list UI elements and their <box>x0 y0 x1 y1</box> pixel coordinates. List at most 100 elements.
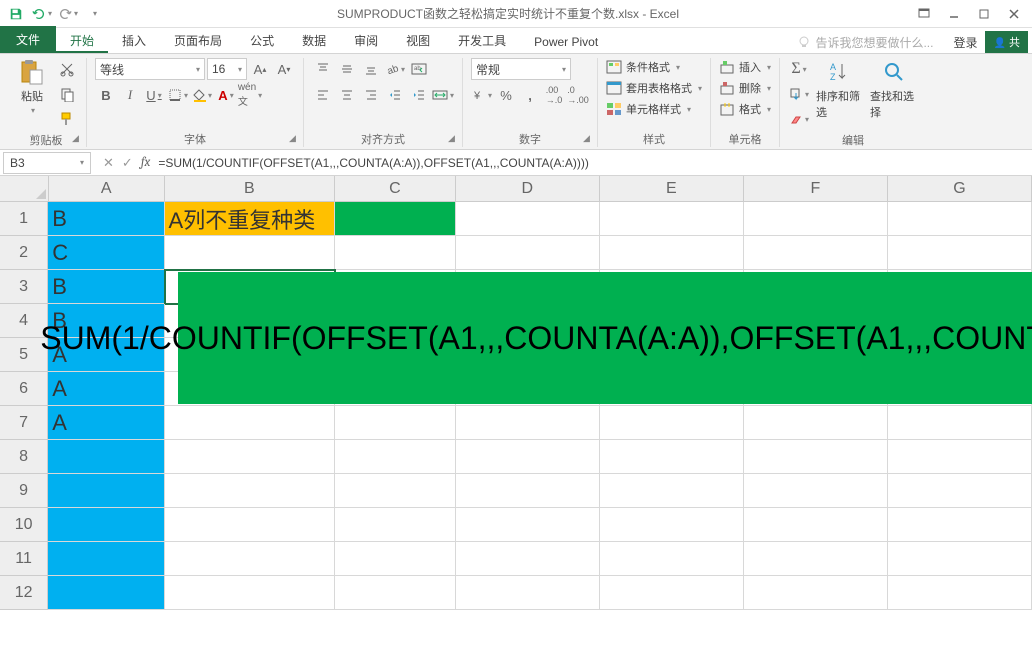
login-link[interactable]: 登录 <box>953 34 977 51</box>
row-header-10[interactable]: 10 <box>0 508 48 542</box>
ribbon-options-icon[interactable] <box>910 2 938 26</box>
cell-G8[interactable] <box>888 440 1032 474</box>
select-all-corner[interactable] <box>0 176 49 201</box>
row-header-7[interactable]: 7 <box>0 406 48 440</box>
cell-A12[interactable] <box>48 576 164 610</box>
tab-file[interactable]: 文件 <box>0 26 56 53</box>
align-left-icon[interactable] <box>312 84 334 106</box>
cancel-formula-icon[interactable]: ✕ <box>103 155 114 171</box>
cell-D12[interactable] <box>456 576 600 610</box>
font-name-select[interactable]: 等线▾ <box>95 58 205 80</box>
align-launcher-icon[interactable]: ◢ <box>448 133 460 145</box>
wrap-text-icon[interactable]: ab <box>408 58 430 80</box>
row-header-1[interactable]: 1 <box>0 202 48 236</box>
find-select-button[interactable]: 查找和选择 <box>870 58 918 120</box>
cell-D11[interactable] <box>456 542 600 576</box>
orientation-icon[interactable]: ab▾ <box>384 58 406 80</box>
cell-D8[interactable] <box>456 440 600 474</box>
font-color-icon[interactable]: A▾ <box>215 84 237 106</box>
cell-C9[interactable] <box>335 474 456 508</box>
decrease-indent-icon[interactable] <box>384 84 406 106</box>
cell-A7[interactable]: A <box>48 406 164 440</box>
cell-F7[interactable] <box>744 406 888 440</box>
format-table-button[interactable]: 套用表格格式▾ <box>606 79 702 97</box>
bold-button[interactable]: B <box>95 84 117 106</box>
cell-A6[interactable]: A <box>48 372 164 406</box>
tab-insert[interactable]: 插入 <box>108 28 160 53</box>
cell-D1[interactable] <box>456 202 600 236</box>
row-header-2[interactable]: 2 <box>0 236 48 270</box>
cell-F9[interactable] <box>744 474 888 508</box>
cell-A3[interactable]: B <box>48 270 164 304</box>
increase-decimal-icon[interactable]: .00→.0 <box>543 84 565 106</box>
fx-icon[interactable]: fx <box>141 155 151 170</box>
cell-B8[interactable] <box>165 440 335 474</box>
cell-F10[interactable] <box>744 508 888 542</box>
tab-page-layout[interactable]: 页面布局 <box>160 28 236 53</box>
cell-E10[interactable] <box>600 508 744 542</box>
cell-B11[interactable] <box>165 542 335 576</box>
insert-cells-button[interactable]: 插入▾ <box>719 58 771 76</box>
cell-F8[interactable] <box>744 440 888 474</box>
align-top-icon[interactable] <box>312 58 334 80</box>
enter-formula-icon[interactable]: ✓ <box>122 155 133 171</box>
underline-button[interactable]: U▾ <box>143 84 165 106</box>
col-header-D[interactable]: D <box>456 176 600 201</box>
cell-G11[interactable] <box>888 542 1032 576</box>
clipboard-launcher-icon[interactable]: ◢ <box>72 133 84 145</box>
tab-view[interactable]: 视图 <box>392 28 444 53</box>
cell-E11[interactable] <box>600 542 744 576</box>
cell-E7[interactable] <box>600 406 744 440</box>
cell-C8[interactable] <box>335 440 456 474</box>
cell-B9[interactable] <box>165 474 335 508</box>
cell-E2[interactable] <box>600 236 744 270</box>
redo-icon[interactable]: ▾ <box>56 2 80 26</box>
conditional-format-button[interactable]: 条件格式▾ <box>606 58 702 76</box>
cell-G10[interactable] <box>888 508 1032 542</box>
cell-B1[interactable]: A列不重复种类 <box>165 202 335 236</box>
cell-A2[interactable]: C <box>48 236 164 270</box>
font-launcher-icon[interactable]: ◢ <box>289 133 301 145</box>
cell-A10[interactable] <box>48 508 164 542</box>
cell-A9[interactable] <box>48 474 164 508</box>
col-header-B[interactable]: B <box>165 176 335 201</box>
cell-A8[interactable] <box>48 440 164 474</box>
number-launcher-icon[interactable]: ◢ <box>583 133 595 145</box>
delete-cells-button[interactable]: 删除▾ <box>719 79 771 97</box>
cell-E1[interactable] <box>600 202 744 236</box>
cell-C10[interactable] <box>335 508 456 542</box>
fill-color-icon[interactable]: ▾ <box>191 84 213 106</box>
cell-G1[interactable] <box>888 202 1032 236</box>
qat-customize-icon[interactable]: ▾ <box>82 2 106 26</box>
increase-font-icon[interactable]: A▴ <box>249 58 271 80</box>
fill-icon[interactable]: ▾ <box>788 83 810 105</box>
cell-C7[interactable] <box>335 406 456 440</box>
merge-center-icon[interactable]: ▾ <box>432 84 454 106</box>
cell-F1[interactable] <box>744 202 888 236</box>
close-icon[interactable] <box>1000 2 1028 26</box>
cell-C1[interactable] <box>335 202 456 236</box>
number-format-select[interactable]: 常规▾ <box>471 58 571 80</box>
cell-E12[interactable] <box>600 576 744 610</box>
cell-B7[interactable] <box>165 406 335 440</box>
cell-A1[interactable]: B <box>48 202 164 236</box>
cell-A11[interactable] <box>48 542 164 576</box>
cell-D9[interactable] <box>456 474 600 508</box>
cell-B10[interactable] <box>165 508 335 542</box>
comma-icon[interactable]: , <box>519 84 541 106</box>
format-painter-icon[interactable] <box>56 108 78 130</box>
cell-C2[interactable] <box>335 236 456 270</box>
tab-formulas[interactable]: 公式 <box>236 28 288 53</box>
cell-G12[interactable] <box>888 576 1032 610</box>
tab-review[interactable]: 审阅 <box>340 28 392 53</box>
cell-B2[interactable] <box>165 236 335 270</box>
align-right-icon[interactable] <box>360 84 382 106</box>
tell-me-search[interactable]: 告诉我您想要做什么... <box>797 34 933 51</box>
border-icon[interactable]: ▾ <box>167 84 189 106</box>
row-header-9[interactable]: 9 <box>0 474 48 508</box>
formula-input[interactable]: =SUM(1/COUNTIF(OFFSET(A1,,,COUNTA(A:A)),… <box>150 156 1032 170</box>
sort-filter-button[interactable]: AZ 排序和筛选 <box>816 58 864 120</box>
cut-icon[interactable] <box>56 58 78 80</box>
accounting-format-icon[interactable]: ¥▾ <box>471 84 493 106</box>
percent-icon[interactable]: % <box>495 84 517 106</box>
